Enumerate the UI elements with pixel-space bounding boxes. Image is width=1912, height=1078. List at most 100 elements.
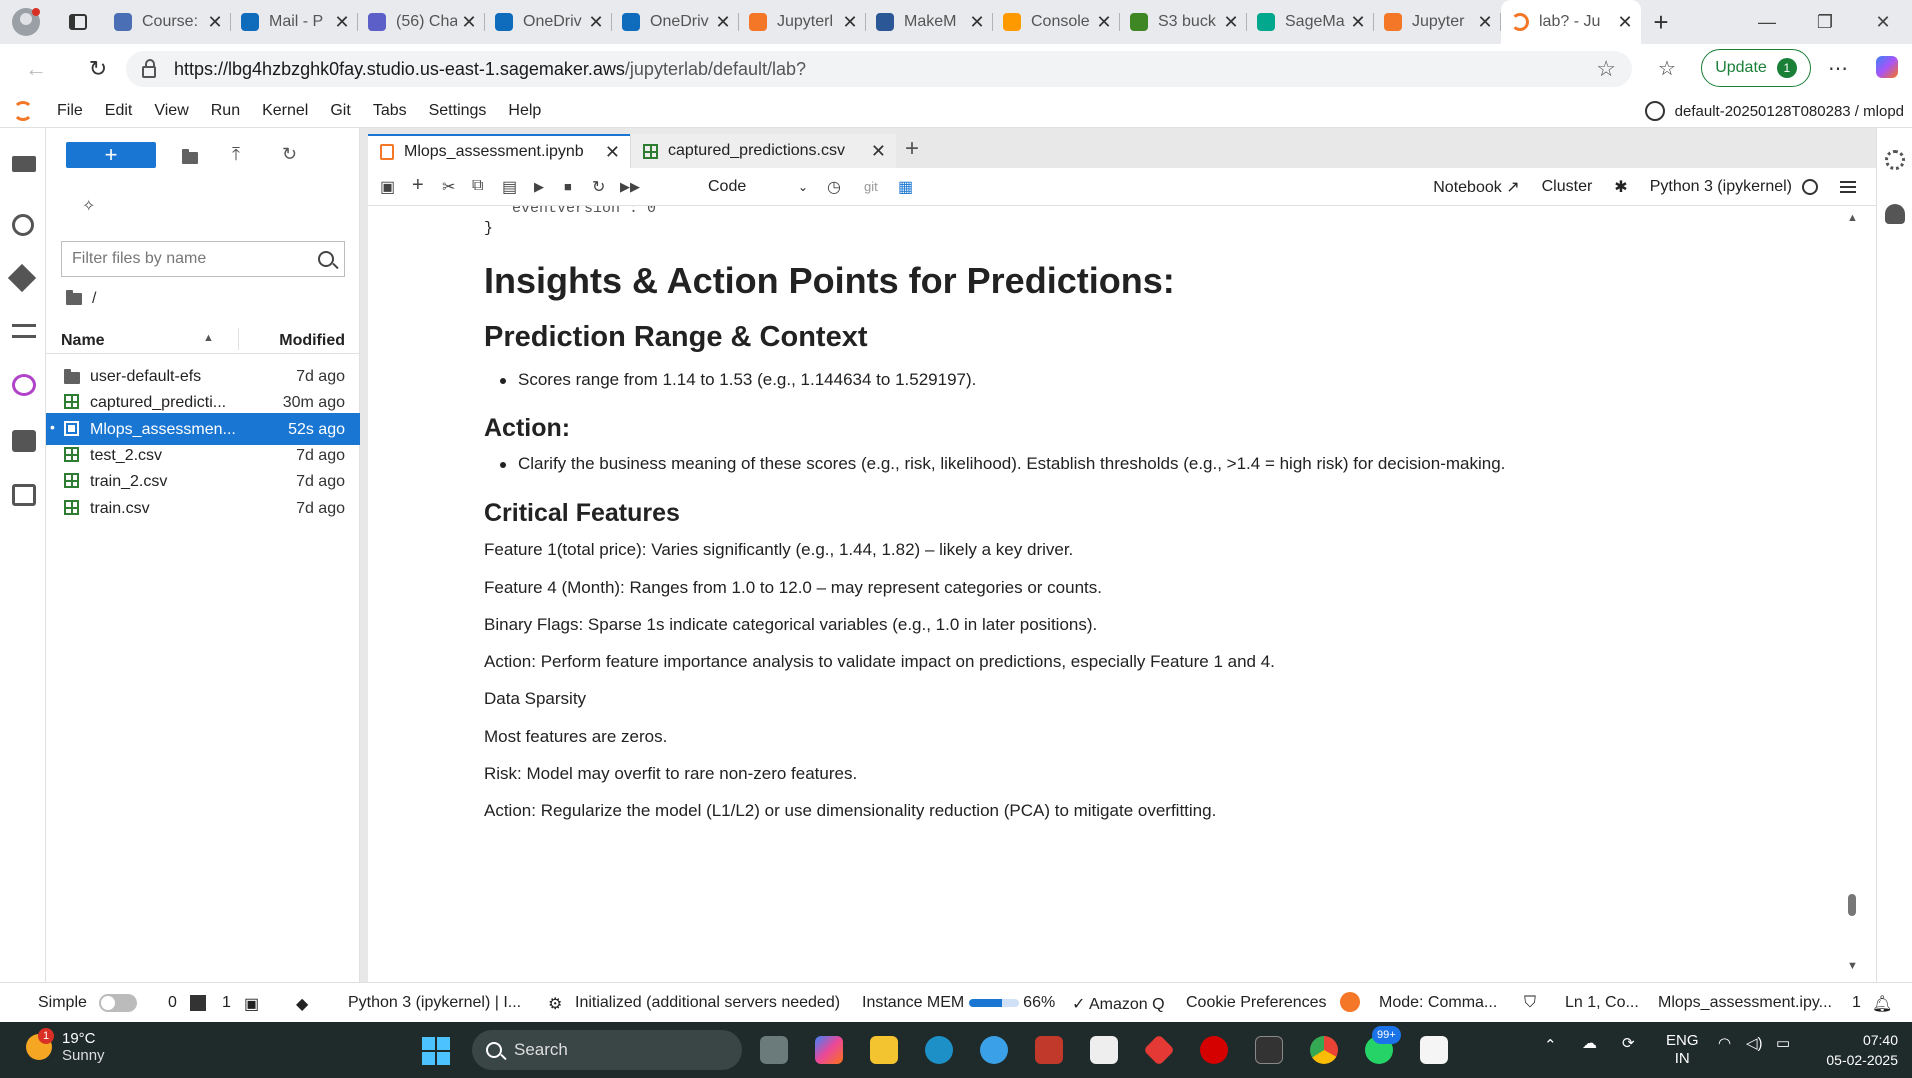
paste-icon[interactable]: ▤ — [502, 177, 517, 197]
wifi-icon[interactable]: ◠ — [1718, 1034, 1731, 1052]
browser-tab[interactable]: Console ✕ — [993, 0, 1120, 44]
notebook-content[interactable]: eventVersion : 0 } Insights & Action Poi… — [368, 206, 1860, 982]
language-indicator[interactable]: ENG IN — [1666, 1032, 1699, 1068]
snipping-tool-icon[interactable] — [1420, 1036, 1448, 1064]
menu-item-view[interactable]: View — [143, 102, 199, 120]
scroll-up-icon[interactable]: ▲ — [1847, 212, 1858, 224]
add-tab-button[interactable]: + — [896, 134, 928, 168]
menu-item-run[interactable]: Run — [200, 102, 251, 120]
profile-avatar[interactable] — [0, 0, 52, 44]
restore-button[interactable]: ❐ — [1796, 0, 1854, 44]
browser-tab[interactable]: S3 buck ✕ — [1120, 0, 1247, 44]
file-browser-icon[interactable] — [12, 156, 36, 172]
weather-widget[interactable]: 1 19°C Sunny — [26, 1028, 105, 1064]
volume-icon[interactable]: ◁) — [1746, 1034, 1763, 1052]
menu-item-settings[interactable]: Settings — [418, 102, 498, 120]
insert-cell-icon[interactable]: + — [412, 174, 424, 197]
browser-tab[interactable]: (56) Cha ✕ — [358, 0, 485, 44]
browser-tab[interactable]: SageMa ✕ — [1247, 0, 1374, 44]
microsoft-store-icon[interactable] — [1090, 1036, 1118, 1064]
running-sessions-icon[interactable] — [12, 214, 34, 236]
mode-status[interactable]: Mode: Comma... — [1379, 994, 1497, 1012]
schedule-icon[interactable]: ▦ — [898, 177, 913, 197]
menu-item-file[interactable]: File — [46, 102, 94, 120]
browser-tab[interactable]: Mail - P ✕ — [231, 0, 358, 44]
save-icon[interactable]: ▣ — [380, 177, 395, 197]
back-button[interactable]: ← — [14, 56, 58, 82]
run-all-icon[interactable]: ▶▶ — [620, 179, 640, 195]
tab-csv[interactable]: captured_predictions.csv ✕ — [630, 134, 896, 168]
close-notebook-tab-icon[interactable]: ✕ — [605, 142, 620, 163]
close-tab-icon[interactable]: ✕ — [1477, 12, 1493, 33]
browser-tab-active[interactable]: lab? - Ju ✕ — [1501, 0, 1641, 44]
browser-tab[interactable]: Jupyter ✕ — [1374, 0, 1501, 44]
close-tab-icon[interactable]: ✕ — [715, 12, 731, 33]
windows-start-icon[interactable] — [422, 1037, 450, 1065]
battery-icon[interactable]: ▭ — [1776, 1034, 1790, 1052]
property-inspector-icon[interactable] — [1885, 150, 1905, 170]
cursor-position[interactable]: Ln 1, Co... — [1565, 994, 1639, 1012]
file-row[interactable]: train.csv 7d ago — [46, 492, 360, 524]
memory-status[interactable]: Instance MEM 66% — [862, 994, 1055, 1012]
scroll-down-icon[interactable]: ▼ — [1847, 960, 1858, 972]
close-tab-icon[interactable]: ✕ — [461, 12, 477, 33]
file-filter-input[interactable] — [72, 250, 318, 268]
shield-icon[interactable]: ⛉ — [1524, 994, 1536, 1012]
menu-icon[interactable] — [1840, 181, 1856, 193]
update-button[interactable]: Update 1 — [1701, 49, 1811, 87]
task-view-icon[interactable] — [760, 1036, 788, 1064]
notification-count[interactable]: 1 — [1852, 994, 1861, 1012]
terminal-app-icon[interactable] — [1255, 1036, 1283, 1064]
tab-notebook[interactable]: Mlops_assessment.ipynb ✕ — [368, 134, 630, 168]
scrollbar-thumb[interactable] — [1848, 894, 1856, 916]
minimize-button[interactable]: — — [1738, 0, 1796, 44]
copilot-icon[interactable] — [1876, 56, 1898, 78]
browser-tab[interactable]: MakeM ✕ — [866, 0, 993, 44]
refresh-icon[interactable]: ↻ — [282, 144, 297, 165]
close-tab-icon[interactable]: ✕ — [588, 12, 604, 33]
more-menu-icon[interactable]: ⋯ — [1828, 56, 1848, 81]
menu-item-help[interactable]: Help — [497, 102, 552, 120]
active-file-name[interactable]: Mlops_assessment.ipy... — [1658, 994, 1832, 1012]
notebook-scrollbar[interactable]: ▲ ▼ — [1844, 206, 1860, 982]
close-tab-icon[interactable]: ✕ — [207, 12, 223, 33]
favorites-icon[interactable]: ☆ — [1658, 56, 1676, 81]
stop-icon[interactable]: ■ — [564, 179, 572, 194]
kernels-count[interactable]: 1 — [222, 994, 231, 1012]
close-tab-icon[interactable]: ✕ — [1350, 12, 1366, 33]
site-info-icon[interactable] — [142, 59, 156, 78]
git-icon[interactable] — [7, 263, 37, 293]
run-icon[interactable]: ▶ — [534, 179, 544, 195]
close-tab-icon[interactable]: ✕ — [969, 12, 985, 33]
menu-item-edit[interactable]: Edit — [94, 102, 144, 120]
url-bar[interactable]: https://lbg4hzbzghk0fay.studio.us-east-1… — [126, 51, 1632, 87]
close-window-button[interactable]: ✕ — [1854, 0, 1912, 44]
opera-icon[interactable] — [1200, 1036, 1228, 1064]
reload-button[interactable]: ↻ — [76, 56, 120, 82]
table-of-contents-icon[interactable] — [12, 324, 36, 338]
onedrive-tray-icon[interactable]: ☁ — [1582, 1034, 1597, 1052]
git-diff-label[interactable]: git — [864, 179, 878, 194]
sagemaker-icon[interactable] — [1340, 992, 1360, 1012]
restart-icon[interactable]: ↻ — [592, 177, 605, 197]
clock-icon[interactable]: ◷ — [827, 177, 841, 197]
git-clone-icon[interactable]: ✧ — [82, 196, 95, 216]
browser-tab[interactable]: Course: ✕ — [104, 0, 231, 44]
file-explorer-icon[interactable] — [870, 1036, 898, 1064]
favorite-star-icon[interactable]: ☆ — [1596, 56, 1616, 82]
kernel-selector[interactable]: Python 3 (ipykernel) — [1650, 178, 1818, 196]
close-tab-icon[interactable]: ✕ — [334, 12, 350, 33]
taskbar-search[interactable]: Search — [472, 1030, 742, 1070]
amazon-q-status[interactable]: ✓ Amazon Q — [1072, 994, 1165, 1014]
column-divider[interactable] — [238, 328, 239, 350]
anydesk-icon[interactable] — [1143, 1034, 1175, 1066]
menu-item-kernel[interactable]: Kernel — [251, 102, 319, 120]
breadcrumb[interactable]: / — [66, 290, 96, 308]
cluster-button[interactable]: Cluster — [1542, 178, 1593, 196]
chrome-icon[interactable] — [1310, 1036, 1338, 1064]
clock[interactable]: 07:40 05-02-2025 — [1826, 1030, 1898, 1070]
debugger-panel-icon[interactable] — [1885, 204, 1905, 224]
copy-icon[interactable]: ⧉ — [472, 177, 483, 195]
close-tab-icon[interactable]: ✕ — [842, 12, 858, 33]
new-tab-button[interactable]: + — [1641, 0, 1681, 44]
